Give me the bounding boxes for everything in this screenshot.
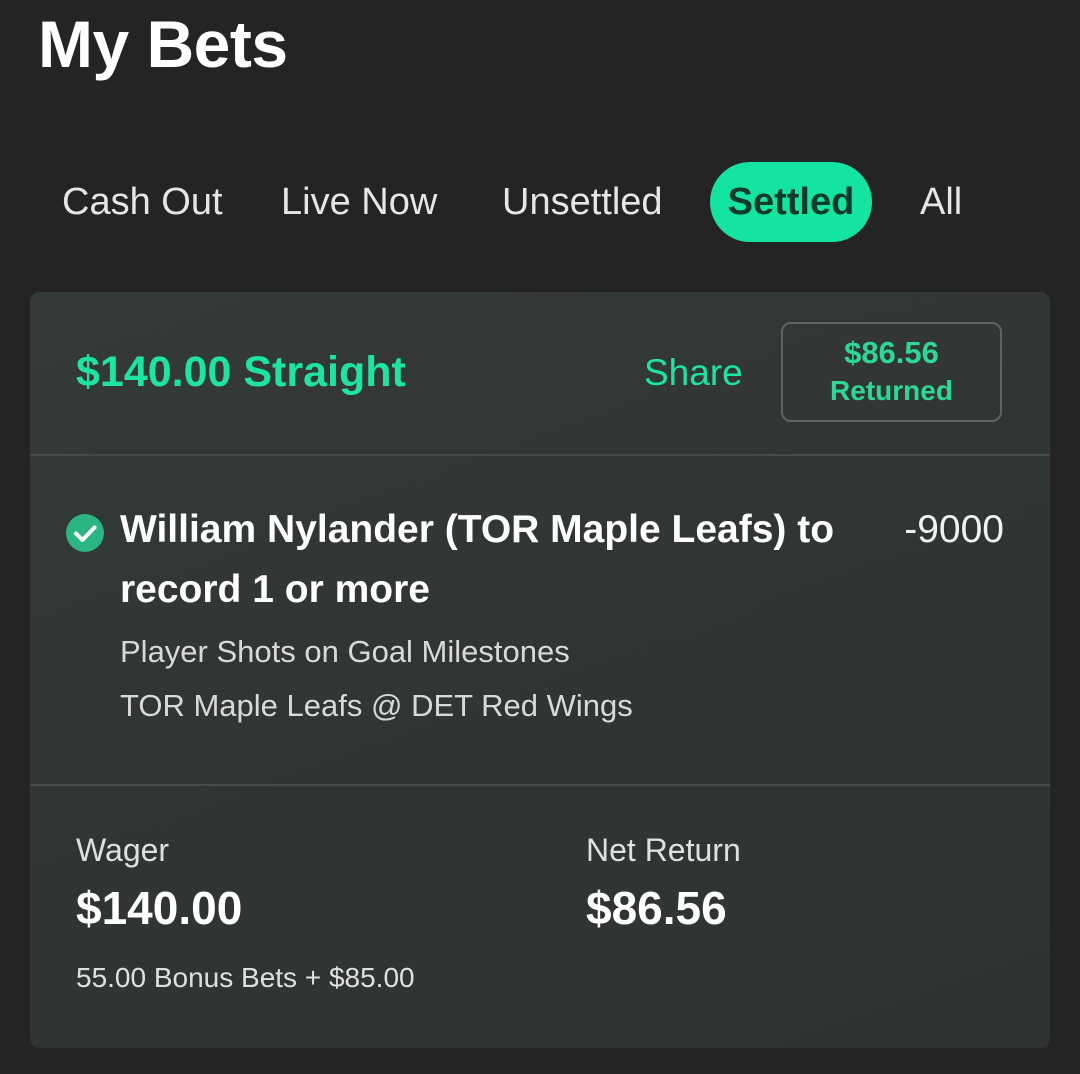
wager-breakdown: 55.00 Bonus Bets + $85.00 [76,962,415,993]
selection-name: William Nylander (TOR Maple Leafs) to re… [120,508,835,611]
tab-settled[interactable]: Settled [710,162,872,242]
net-return-value: $86.56 [586,882,727,934]
footer-divider [30,784,1050,786]
page-title: My Bets [38,7,288,81]
market-name: Player Shots on Goal Milestones [120,634,570,669]
share-button[interactable]: Share [644,350,743,396]
bet-title: $140.00 Straight [76,348,406,396]
event-name: TOR Maple Leafs @ DET Red Wings [120,688,633,723]
net-return-label: Net Return [586,832,741,868]
tab-cash-out[interactable]: Cash Out [62,162,223,242]
wager-value: $140.00 [76,882,243,934]
tab-all[interactable]: All [920,162,962,242]
bet-filter-tabs: Cash Out Live Now Unsettled Settled All [0,162,1080,242]
returned-amount: $86.56 [844,335,939,370]
selection-odds: -9000 [904,508,1004,551]
tab-unsettled[interactable]: Unsettled [502,162,663,242]
returned-badge: $86.56 Returned [781,322,1002,422]
header-divider [30,454,1050,456]
bet-card-header: $140.00 Straight Share $86.56 Returned [30,292,1050,454]
returned-label: Returned [830,375,953,406]
bet-card[interactable]: $140.00 Straight Share $86.56 Returned W… [30,292,1050,1048]
wager-label: Wager [76,832,170,868]
check-circle-icon [66,514,104,552]
tab-live-now[interactable]: Live Now [281,162,437,242]
